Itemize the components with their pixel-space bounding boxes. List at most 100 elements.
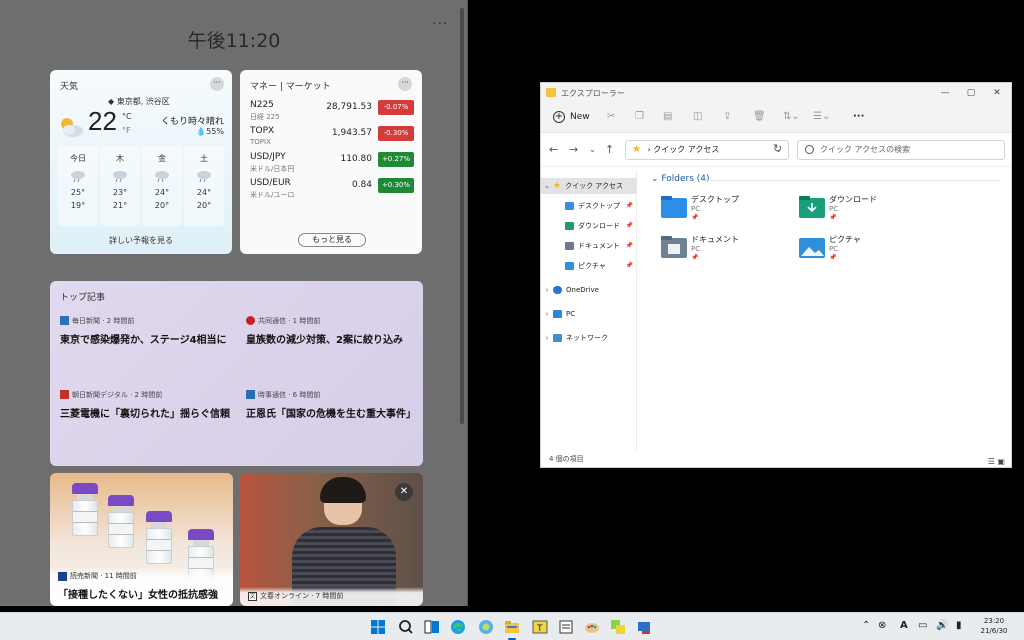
svg-text:T: T <box>536 624 543 634</box>
text-editor-icon[interactable]: T <box>530 617 550 637</box>
folder-item-pictures[interactable]: ピクチャ PC 📌 <box>799 232 939 272</box>
cloud-rain-icon <box>113 171 127 182</box>
image-card-headline: 「接種したくない」女性の抵抗感強 <box>58 590 218 601</box>
address-bar[interactable]: ★ › クイック アクセス ⌄ <box>625 140 789 160</box>
minimize-icon[interactable]: — <box>935 85 955 101</box>
celsius-unit-toggle[interactable]: °C <box>122 112 132 121</box>
market-row[interactable]: USD/JPY 米ドル/日本円 110.80 +0.27% <box>250 152 414 178</box>
close-icon[interactable]: ✕ <box>395 483 413 501</box>
nav-item-pc[interactable]: › PC <box>541 306 637 322</box>
forecast-day[interactable]: 金 24° 20° <box>142 146 182 226</box>
nav-item-desktop[interactable]: デスクトップ 📌 <box>541 198 637 214</box>
rename-icon[interactable]: ◫ <box>693 111 702 122</box>
volume-icon[interactable]: 🔊 <box>936 620 948 631</box>
chevron-right-icon[interactable]: › <box>541 282 553 298</box>
forecast-day[interactable]: 今日 25° 19° <box>58 146 98 226</box>
market-card[interactable]: マネー | マーケット ··· N225 日経 225 28,791.53 -0… <box>240 70 422 254</box>
folders-group-title: Folders (4) <box>661 174 710 184</box>
asahi-logo-icon <box>60 390 69 399</box>
search-icon[interactable] <box>396 617 416 637</box>
taskbar-clock[interactable]: 23:20 21/6/30 <box>976 616 1012 636</box>
file-explorer-icon[interactable] <box>502 617 522 640</box>
story-source: 時事通信 · 6 時間前 <box>246 389 423 400</box>
news-image-card[interactable]: ✕ 文 文春オンライン · 7 時間前 <box>240 473 423 606</box>
folder-item-desktop[interactable]: デスクトップ PC 📌 <box>661 192 801 232</box>
delete-icon[interactable]: 🗑 <box>753 111 766 122</box>
view-toggle-icons[interactable]: ☰ ▣ <box>988 454 1005 470</box>
story-item[interactable]: 朝日新聞デジタル · 2 時間前 三菱電機に「裏切られた」揺らぐ信頼 <box>60 389 240 420</box>
task-view-icon[interactable] <box>422 617 442 637</box>
command-bar: + New ✂ ❐ ▤ ◫ ⇪ 🗑 ⇅⌄ ☰⌄ ··· <box>541 103 1011 133</box>
forward-icon[interactable]: → <box>569 143 578 156</box>
chevron-up-icon[interactable]: ⌃ <box>862 620 870 631</box>
pin-icon: 📌 <box>829 254 837 261</box>
notepad-icon[interactable] <box>556 617 576 637</box>
weather-location[interactable]: ◆ 東京都, 渋谷区 <box>108 96 170 107</box>
sort-icon[interactable]: ⇅⌄ <box>783 111 800 122</box>
forecast-day[interactable]: 土 24° 20° <box>184 146 224 226</box>
start-icon[interactable] <box>368 617 388 637</box>
recent-locations-icon[interactable]: ⌄ <box>589 145 596 154</box>
up-icon[interactable]: ↑ <box>605 143 614 156</box>
image-card-source: 読売新聞 · 11 時間前 <box>58 571 225 581</box>
weather-card[interactable]: 天気 ··· ◆ 東京都, 渋谷区 22 °C °F くもり時々晴れ 💧55% … <box>50 70 232 254</box>
display-icon[interactable]: ▭ <box>918 620 927 631</box>
paint-icon[interactable] <box>582 617 602 637</box>
story-item[interactable]: 共同通信 · 1 時間前 皇族数の減少対策、2案に絞り込み <box>246 315 423 346</box>
forecast-details-link[interactable]: 詳しい予報を見る <box>50 235 232 246</box>
story-headline: 東京で感染爆発か、ステージ4相当に <box>60 335 227 346</box>
cut-icon[interactable]: ✂ <box>607 111 615 122</box>
top-stories-title: トップ記事 <box>60 293 106 303</box>
battery-icon[interactable]: ▮ <box>956 620 962 631</box>
new-button[interactable]: + New <box>553 111 590 123</box>
explorer-titlebar[interactable]: エクスプローラー — ▢ ✕ <box>541 83 1011 103</box>
font-icon[interactable]: A <box>900 620 908 631</box>
nav-item-label: OneDrive <box>566 286 599 294</box>
image-card-source: 文 文春オンライン · 7 時間前 <box>248 591 415 601</box>
back-icon[interactable]: ← <box>549 143 558 156</box>
market-row[interactable]: N225 日経 225 28,791.53 -0.07% <box>250 100 414 126</box>
paste-icon[interactable]: ▤ <box>663 111 672 122</box>
story-item[interactable]: 時事通信 · 6 時間前 正恩氏「国家の危機を生む重大事件」 <box>246 389 423 420</box>
market-symbol: TOPX <box>250 126 275 136</box>
market-more-icon[interactable]: ··· <box>398 77 412 91</box>
tray-close-icon[interactable]: ⊗ <box>878 620 886 631</box>
folder-item-documents[interactable]: ドキュメント PC 📌 <box>661 232 801 272</box>
edge-icon[interactable] <box>448 617 468 637</box>
nav-item-onedrive[interactable]: › OneDrive <box>541 282 637 298</box>
more-icon[interactable]: ··· <box>853 111 864 122</box>
refresh-icon[interactable]: ↻ <box>773 142 782 155</box>
nav-item-downloads[interactable]: ダウンロード 📌 <box>541 218 637 234</box>
edge-beta-icon[interactable] <box>476 617 496 637</box>
sync-app-icon[interactable] <box>608 617 628 637</box>
chevron-right-icon[interactable]: › <box>541 330 553 346</box>
weather-more-icon[interactable]: ··· <box>210 77 224 91</box>
location-pin-icon: ◆ <box>108 97 117 106</box>
market-value: 0.84 <box>351 180 372 190</box>
chevron-right-icon[interactable]: › <box>541 306 553 322</box>
widgets-scrollbar[interactable] <box>460 8 464 424</box>
nav-item-documents[interactable]: ドキュメント 📌 <box>541 238 637 254</box>
story-item[interactable]: 毎日新聞 · 2 時間前 東京で感染爆発か、ステージ4相当に <box>60 315 240 346</box>
share-icon[interactable]: ⇪ <box>723 111 731 122</box>
maximize-icon[interactable]: ▢ <box>961 85 981 101</box>
documents-icon <box>565 242 574 250</box>
market-row[interactable]: USD/EUR 米ドル/ユーロ 0.84 +0.30% <box>250 178 414 204</box>
market-more-button[interactable]: もっと見る <box>298 233 366 247</box>
chevron-down-icon[interactable]: ⌄ <box>541 178 553 194</box>
close-icon[interactable]: ✕ <box>987 85 1007 101</box>
folders-group-header[interactable]: ⌄ Folders (4) <box>651 174 710 184</box>
remote-app-icon[interactable] <box>634 617 654 637</box>
nav-item-quick-access[interactable]: ⌄ ★ クイック アクセス <box>541 178 637 194</box>
forecast-day[interactable]: 木 23° 21° <box>100 146 140 226</box>
fahrenheit-unit-toggle[interactable]: °F <box>122 126 131 135</box>
copy-icon[interactable]: ❐ <box>635 111 644 122</box>
nav-item-network[interactable]: › ネットワーク <box>541 330 637 346</box>
search-input[interactable]: クイック アクセスの検索 <box>797 140 1005 160</box>
more-icon[interactable]: ... <box>432 12 448 28</box>
folder-item-downloads[interactable]: ダウンロード PC 📌 <box>799 192 939 232</box>
nav-item-pictures[interactable]: ピクチャ 📌 <box>541 258 637 274</box>
view-icon[interactable]: ☰⌄ <box>813 111 830 122</box>
news-image-card[interactable]: 読売新聞 · 11 時間前 「接種したくない」女性の抵抗感強 <box>50 473 233 606</box>
market-row[interactable]: TOPX TOPIX 1,943.57 -0.30% <box>250 126 414 152</box>
